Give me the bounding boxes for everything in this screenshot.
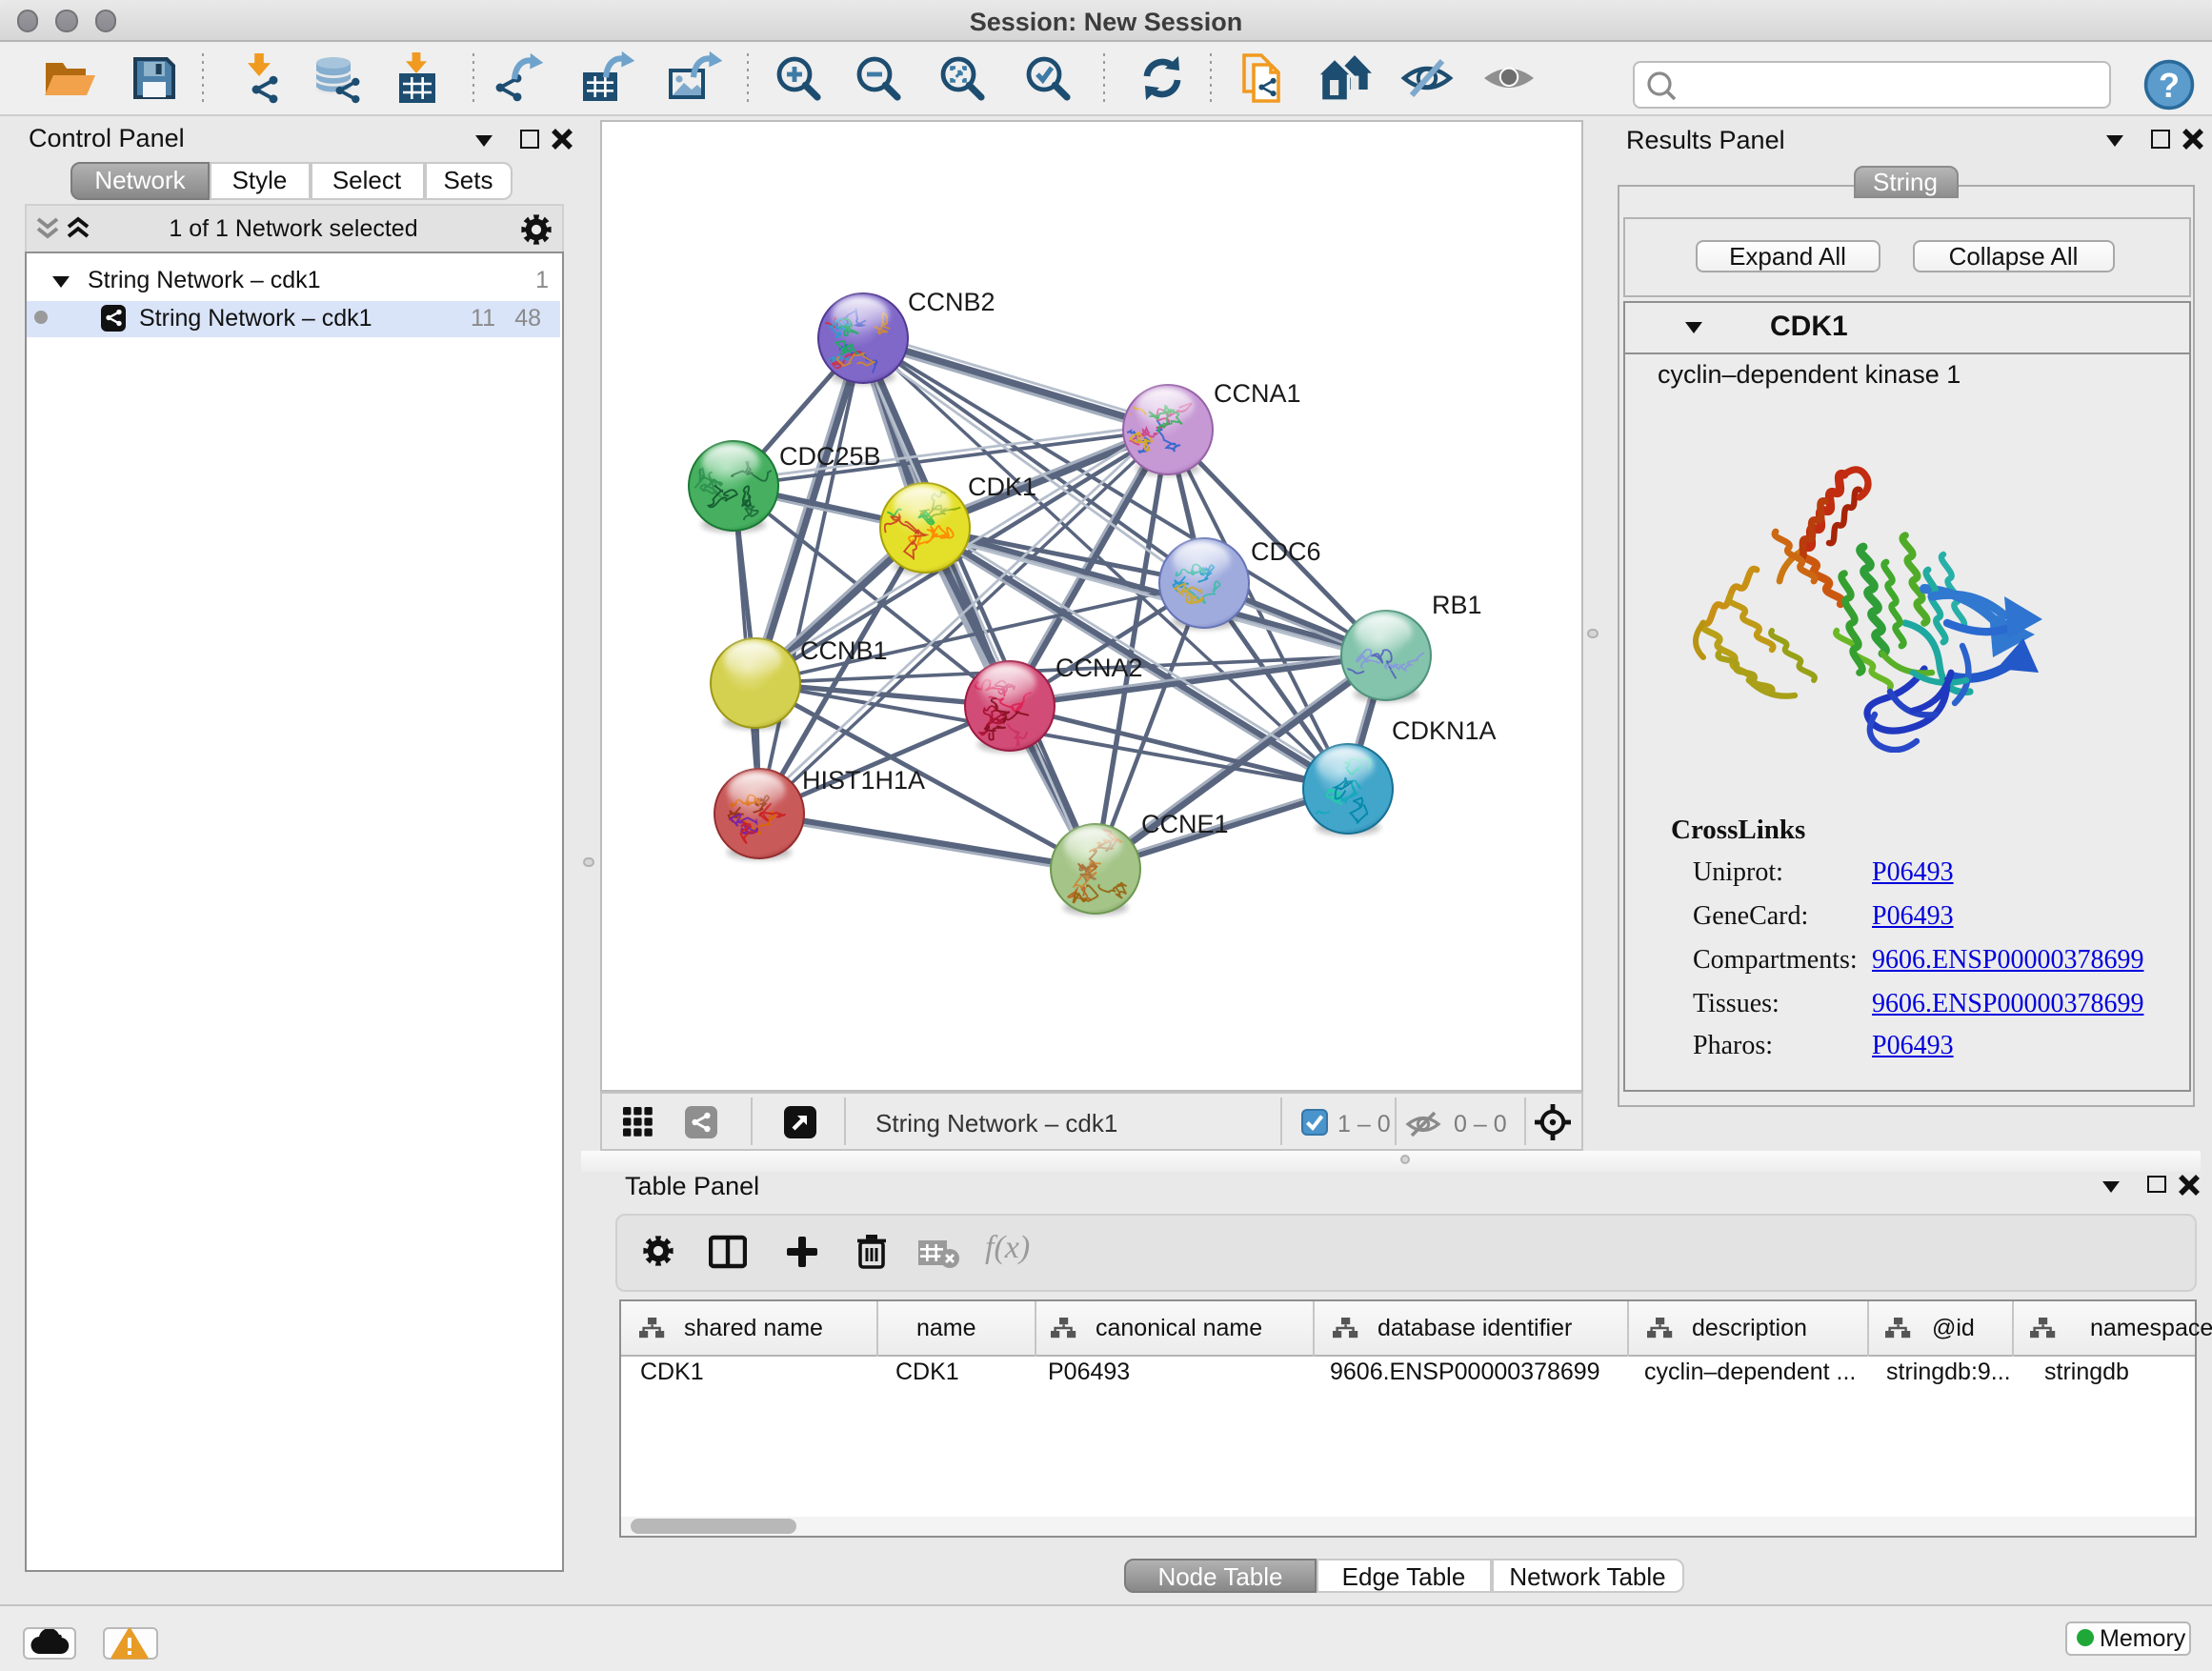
svg-text:?: ? (2159, 65, 2180, 104)
